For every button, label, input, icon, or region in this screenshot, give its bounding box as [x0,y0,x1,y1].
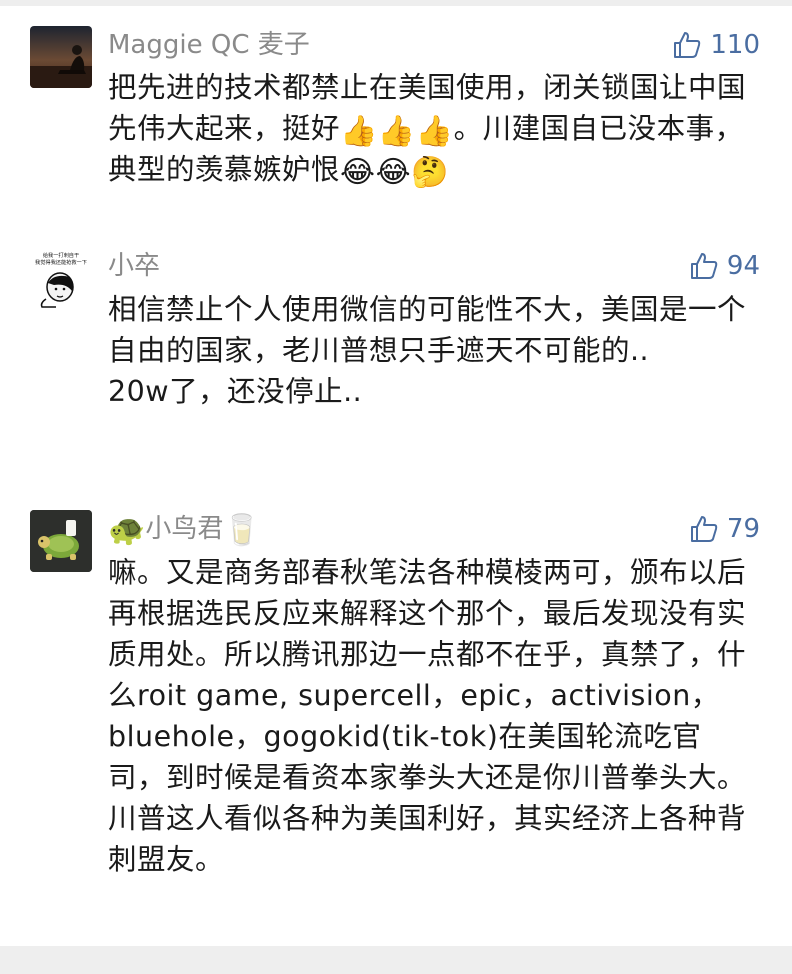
turtle-emoji: 🐢 [108,513,146,548]
thumbs-up-icon [690,253,718,279]
avatar[interactable] [30,510,92,572]
avatar[interactable]: 给我一打刺自干 我觉得我还能抢救一下 [30,247,92,309]
milk-emoji: 🥛 [223,513,261,548]
thumbs-up-emoji: 👍👍👍 [340,114,454,149]
comment-text: 嘛。又是商务部春秋笔法各种模棱两可，颁布以后再根据选民反应来解释这个那个，最后发… [108,556,747,876]
comment-text: 把先进的技术都禁止在美国使用，闭关锁国让中国先伟大起来，挺好👍👍👍。川建国自已没… [108,67,758,190]
username[interactable]: 小卒 [108,249,160,283]
username[interactable]: 🐢小鸟君🥛 [108,512,261,546]
meme-face-icon: 给我一打刺自干 我觉得我还能抢救一下 [30,247,92,309]
like-button[interactable]: 79 [689,512,760,546]
like-button[interactable]: 110 [672,28,760,62]
like-count: 94 [726,251,760,281]
turtle-avatar-icon [30,510,92,572]
comment-text: 相信禁止个人使用微信的可能性不大，美国是一个自由的国家，老川普想只手遮天不可能的… [108,293,747,408]
like-button[interactable]: 94 [689,249,760,283]
laughing-emoji: 😂😂🤔 [340,155,449,190]
like-count: 110 [710,30,760,60]
svg-text:我觉得我还能抢救一下: 我觉得我还能抢救一下 [35,258,87,266]
comments-card: Maggie QC 麦子 110 把先进的技术都禁止在美国使用，闭关锁国让中国先… [0,6,792,946]
username-text: 小鸟君 [145,514,224,544]
username[interactable]: Maggie QC 麦子 [108,28,310,62]
thumbs-up-icon [674,32,701,58]
svg-text:给我一打刺自干: 给我一打刺自干 [43,251,79,259]
like-count: 79 [726,514,760,544]
thumbs-up-icon [690,516,718,542]
avatar[interactable] [30,26,92,88]
avatar-photo-icon [30,26,92,88]
